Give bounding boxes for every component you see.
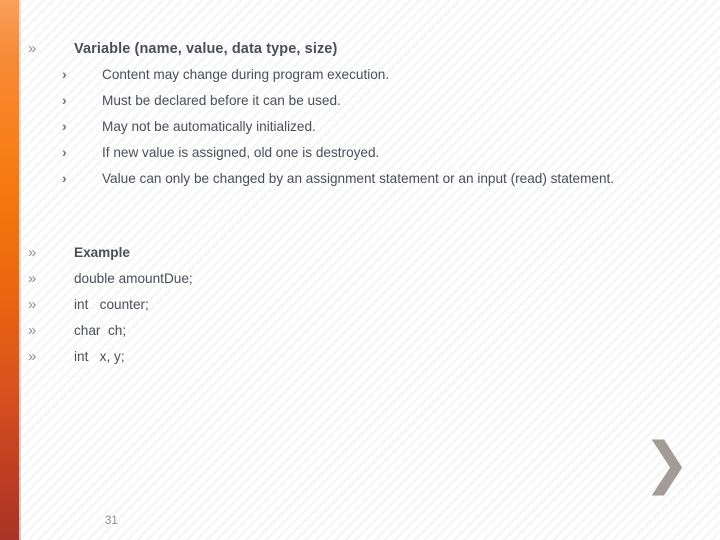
example-line-2-text: int counter;: [74, 297, 149, 312]
slide-content: » Variable (name, value, data type, size…: [0, 0, 720, 540]
bullet-variable-item-3: › If new value is assigned, old one is d…: [62, 144, 692, 162]
bullet-variable-item-2: › May not be automatically initialized.: [62, 118, 692, 136]
bullet-marker-level1-icon: »: [28, 348, 37, 365]
example-line-1-text: double amountDue;: [74, 271, 193, 286]
example-line-0: » Example: [28, 244, 428, 262]
example-line-4-text: int x, y;: [74, 349, 125, 364]
bullet-variable-item-1-text: Must be declared before it can be used.: [102, 93, 341, 108]
example-line-3: » char ch;: [28, 322, 428, 340]
bullet-marker-level1-icon: »: [28, 40, 37, 57]
bullet-variable-item-1: › Must be declared before it can be used…: [62, 92, 692, 110]
example-line-1: » double amountDue;: [28, 270, 428, 288]
bullet-marker-level1-icon: »: [28, 270, 37, 287]
bullet-marker-level1-icon: »: [28, 322, 37, 339]
slide-canvas: » Variable (name, value, data type, size…: [0, 0, 720, 540]
bullet-variable-item-4: › Value can only be changed by an assign…: [62, 170, 662, 188]
bullet-marker-level2-icon: ›: [62, 92, 67, 108]
example-line-0-text: Example: [74, 245, 130, 260]
bullet-marker-level2-icon: ›: [62, 118, 67, 134]
bullet-variable-heading-text: Variable (name, value, data type, size): [74, 41, 338, 57]
page-number: 31: [105, 515, 118, 527]
example-line-4: » int x, y;: [28, 348, 428, 366]
bullet-variable-item-4-text: Value can only be changed by an assignme…: [102, 171, 615, 186]
bullet-marker-level2-icon: ›: [62, 144, 67, 160]
chevron-right-icon: ❯: [643, 431, 690, 496]
bullet-variable-item-3-text: If new value is assigned, old one is des…: [102, 145, 380, 160]
bullet-marker-level1-icon: »: [28, 296, 37, 313]
bullet-variable-item-0: › Content may change during program exec…: [62, 66, 692, 84]
example-line-3-text: char ch;: [74, 323, 127, 338]
bullet-variable-heading: » Variable (name, value, data type, size…: [28, 40, 688, 59]
bullet-marker-level1-icon: »: [28, 244, 37, 261]
bullet-marker-level2-icon: ›: [62, 66, 67, 82]
example-line-2: » int counter;: [28, 296, 428, 314]
bullet-variable-item-2-text: May not be automatically initialized.: [102, 119, 316, 134]
bullet-marker-level2-icon: ›: [62, 170, 67, 186]
bullet-variable-item-0-text: Content may change during program execut…: [102, 67, 390, 82]
